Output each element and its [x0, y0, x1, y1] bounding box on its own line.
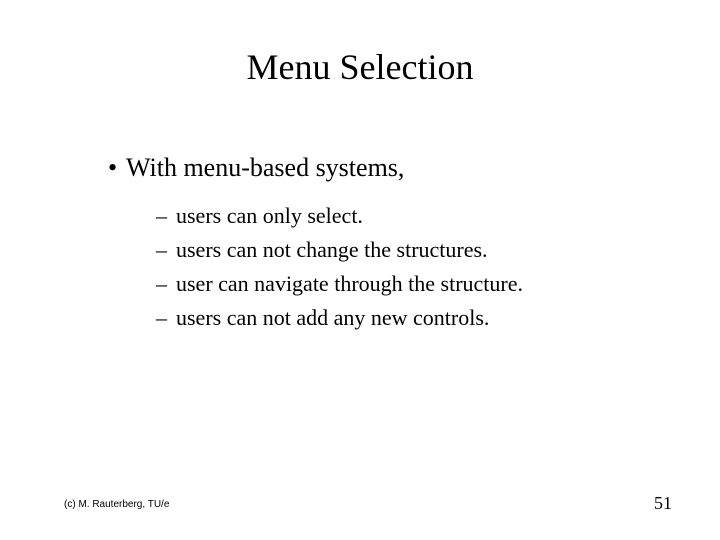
- dash-marker: –: [156, 267, 176, 301]
- footer-copyright: (c) M. Rauterberg, TU/e: [64, 499, 169, 510]
- dash-marker: –: [156, 301, 176, 335]
- slide-body: •With menu-based systems, –users can onl…: [108, 150, 668, 335]
- sub-bullet-item: –users can not add any new controls.: [156, 301, 668, 335]
- bullet-item: •With menu-based systems,: [108, 150, 668, 185]
- sub-bullet-text: users can only select.: [176, 203, 363, 228]
- bullet-marker: •: [108, 150, 126, 185]
- sub-bullet-text: users can not change the structures.: [176, 237, 488, 262]
- slide-number: 51: [654, 493, 672, 514]
- sub-bullet-item: –user can navigate through the structure…: [156, 267, 668, 301]
- bullet-text: With menu-based systems,: [126, 153, 404, 182]
- sub-bullet-item: –users can not change the structures.: [156, 233, 668, 267]
- slide-title: Menu Selection: [0, 46, 720, 88]
- slide: Menu Selection •With menu-based systems,…: [0, 0, 720, 540]
- dash-marker: –: [156, 233, 176, 267]
- sub-bullet-text: users can not add any new controls.: [176, 305, 489, 330]
- dash-marker: –: [156, 199, 176, 233]
- sub-bullet-list: –users can only select. –users can not c…: [156, 199, 668, 335]
- sub-bullet-text: user can navigate through the structure.: [176, 271, 523, 296]
- sub-bullet-item: –users can only select.: [156, 199, 668, 233]
